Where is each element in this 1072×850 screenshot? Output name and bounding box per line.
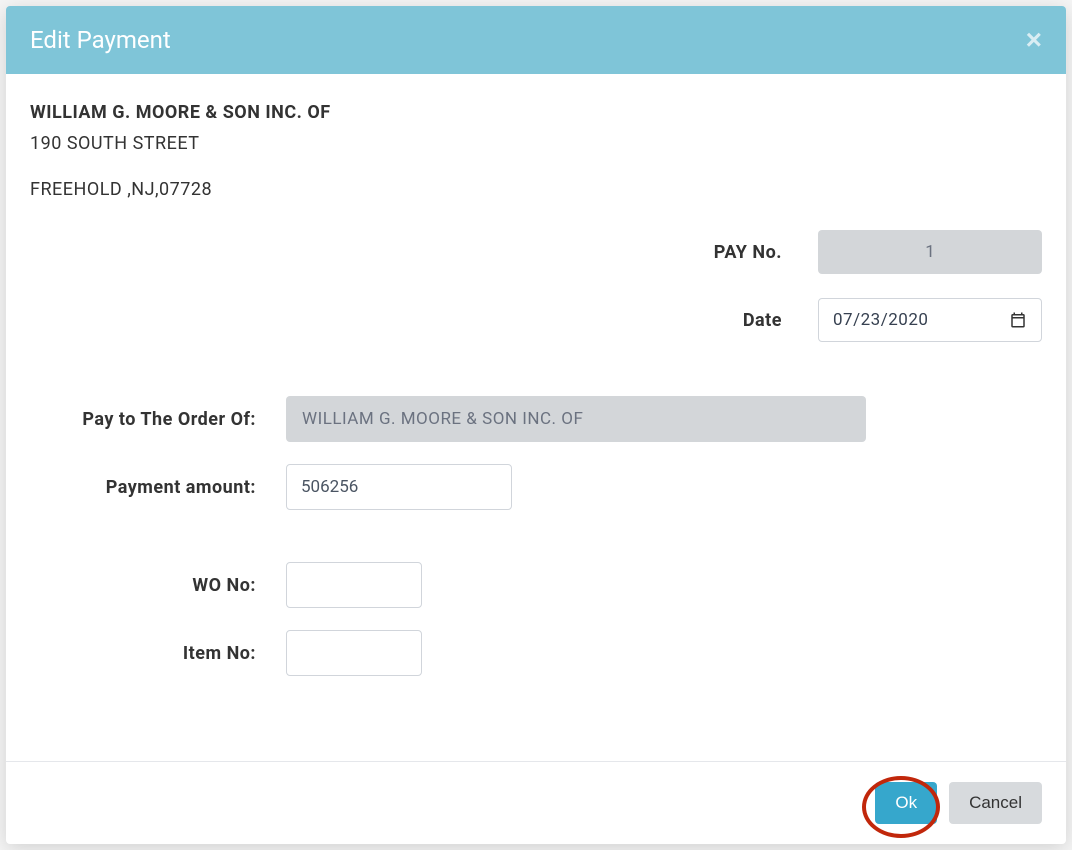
pay-no-label: PAY No. bbox=[714, 242, 782, 263]
pay-no-row: PAY No. bbox=[30, 230, 1042, 274]
item-no-input[interactable] bbox=[286, 630, 422, 676]
pay-to-label: Pay to The Order Of: bbox=[30, 409, 286, 430]
close-icon[interactable]: × bbox=[1026, 26, 1042, 54]
amount-input[interactable] bbox=[286, 464, 512, 510]
wo-no-label: WO No: bbox=[30, 575, 286, 596]
pay-to-row: Pay to The Order Of: bbox=[30, 396, 1042, 442]
date-input[interactable]: 07/23/2020 bbox=[818, 298, 1042, 342]
spacer bbox=[30, 532, 1042, 562]
modal-footer: Ok Cancel bbox=[6, 761, 1066, 844]
ok-button[interactable]: Ok bbox=[875, 782, 937, 824]
calendar-icon bbox=[1009, 311, 1027, 329]
date-row: Date 07/23/2020 bbox=[30, 298, 1042, 342]
date-value: 07/23/2020 bbox=[833, 310, 928, 330]
pay-to-input bbox=[286, 396, 866, 442]
company-city-state-zip: FREEHOLD ,NJ,07728 bbox=[30, 179, 1042, 200]
right-fields-group: PAY No. Date 07/23/2020 bbox=[30, 230, 1042, 366]
edit-payment-modal: Edit Payment × WILLIAM G. MOORE & SON IN… bbox=[6, 6, 1066, 844]
item-no-label: Item No: bbox=[30, 643, 286, 664]
date-label: Date bbox=[743, 310, 782, 331]
modal-header: Edit Payment × bbox=[6, 6, 1066, 74]
item-no-row: Item No: bbox=[30, 630, 1042, 676]
wo-no-row: WO No: bbox=[30, 562, 1042, 608]
wo-no-input[interactable] bbox=[286, 562, 422, 608]
modal-title: Edit Payment bbox=[30, 26, 171, 54]
company-street: 190 SOUTH STREET bbox=[30, 133, 1042, 154]
amount-label: Payment amount: bbox=[30, 477, 286, 498]
company-name: WILLIAM G. MOORE & SON INC. OF bbox=[30, 102, 1042, 123]
modal-body: WILLIAM G. MOORE & SON INC. OF 190 SOUTH… bbox=[6, 74, 1066, 761]
pay-no-input bbox=[818, 230, 1042, 274]
amount-row: Payment amount: bbox=[30, 464, 1042, 510]
cancel-button[interactable]: Cancel bbox=[949, 782, 1042, 824]
